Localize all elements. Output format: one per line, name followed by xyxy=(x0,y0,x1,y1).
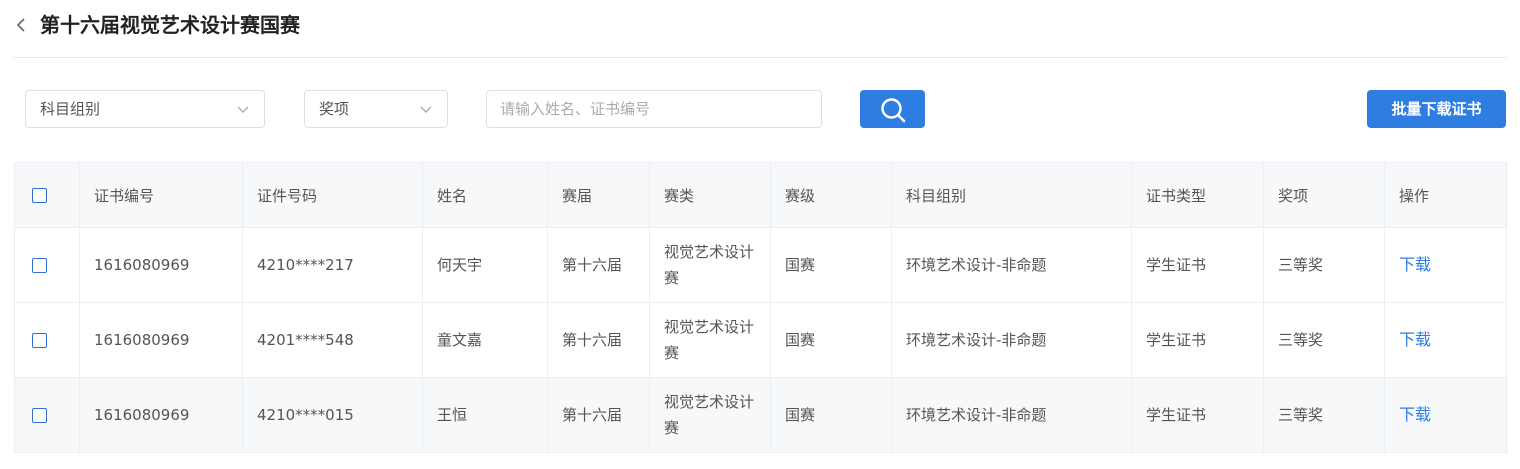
chevron-down-icon xyxy=(420,106,432,113)
award-select[interactable]: 奖项 xyxy=(304,90,448,128)
header-select-cell xyxy=(14,162,80,228)
column-header-category: 赛类 xyxy=(649,162,771,228)
level-cell: 国赛 xyxy=(770,377,892,453)
session-cell: 第十六届 xyxy=(547,302,650,378)
row-checkbox[interactable] xyxy=(32,332,47,348)
table-row: 1616080969 4210****217 何天宇 第十六届 视觉艺术设计赛 … xyxy=(14,227,1507,303)
batch-download-button[interactable]: 批量下载证书 xyxy=(1367,90,1506,128)
cert-no-cell: 1616080969 xyxy=(79,227,243,303)
cert-no-cell: 1616080969 xyxy=(79,302,243,378)
subject-cell: 环境艺术设计-非命题 xyxy=(891,227,1132,303)
select-all-checkbox[interactable] xyxy=(32,187,47,203)
table-row: 1616080969 4210****015 王恒 第十六届 视觉艺术设计赛 国… xyxy=(14,377,1507,453)
row-checkbox[interactable] xyxy=(32,257,47,273)
download-link[interactable]: 下载 xyxy=(1399,405,1431,424)
action-cell: 下载 xyxy=(1384,227,1507,303)
search-icon xyxy=(881,98,906,123)
level-cell: 国赛 xyxy=(770,302,892,378)
column-header-award: 奖项 xyxy=(1263,162,1385,228)
column-header-cert-no: 证书编号 xyxy=(79,162,243,228)
cert-type-cell: 学生证书 xyxy=(1131,227,1264,303)
column-header-id-no: 证件号码 xyxy=(242,162,423,228)
name-cell: 何天宇 xyxy=(422,227,548,303)
category-cell: 视觉艺术设计赛 xyxy=(649,377,771,453)
subject-group-select[interactable]: 科目组别 xyxy=(25,90,265,128)
level-cell: 国赛 xyxy=(770,227,892,303)
column-header-cert-type: 证书类型 xyxy=(1131,162,1264,228)
row-select-cell xyxy=(14,377,80,453)
search-button[interactable] xyxy=(860,90,925,128)
id-no-cell: 4210****217 xyxy=(242,227,423,303)
header-divider xyxy=(14,57,1506,58)
download-link[interactable]: 下载 xyxy=(1399,330,1431,349)
column-header-level: 赛级 xyxy=(770,162,892,228)
download-link[interactable]: 下载 xyxy=(1399,255,1431,274)
cert-type-cell: 学生证书 xyxy=(1131,377,1264,453)
page-title: 第十六届视觉艺术设计赛国赛 xyxy=(40,13,300,37)
id-no-cell: 4201****548 xyxy=(242,302,423,378)
name-cell: 童文嘉 xyxy=(422,302,548,378)
column-header-name: 姓名 xyxy=(422,162,548,228)
award-cell: 三等奖 xyxy=(1263,302,1385,378)
session-cell: 第十六届 xyxy=(547,227,650,303)
column-header-session: 赛届 xyxy=(547,162,650,228)
cert-no-cell: 1616080969 xyxy=(79,377,243,453)
subject-cell: 环境艺术设计-非命题 xyxy=(891,302,1132,378)
certificate-table: 证书编号 证件号码 姓名 赛届 赛类 赛级 科目组别 证书类型 奖项 操作 16… xyxy=(14,162,1507,453)
category-cell: 视觉艺术设计赛 xyxy=(649,302,771,378)
id-no-cell: 4210****015 xyxy=(242,377,423,453)
page-header: 第十六届视觉艺术设计赛国赛 xyxy=(0,0,1520,58)
chevron-down-icon xyxy=(237,106,249,113)
award-cell: 三等奖 xyxy=(1263,377,1385,453)
table-row: 1616080969 4201****548 童文嘉 第十六届 视觉艺术设计赛 … xyxy=(14,302,1507,378)
cert-type-cell: 学生证书 xyxy=(1131,302,1264,378)
table-header-row: 证书编号 证件号码 姓名 赛届 赛类 赛级 科目组别 证书类型 奖项 操作 xyxy=(14,162,1507,228)
action-cell: 下载 xyxy=(1384,302,1507,378)
session-cell: 第十六届 xyxy=(547,377,650,453)
category-cell: 视觉艺术设计赛 xyxy=(649,227,771,303)
award-select-value: 奖项 xyxy=(319,100,350,118)
column-header-action: 操作 xyxy=(1384,162,1507,228)
column-header-subject: 科目组别 xyxy=(891,162,1132,228)
row-select-cell xyxy=(14,302,80,378)
award-cell: 三等奖 xyxy=(1263,227,1385,303)
name-cell: 王恒 xyxy=(422,377,548,453)
search-input[interactable] xyxy=(486,90,822,128)
row-select-cell xyxy=(14,227,80,303)
subject-group-select-value: 科目组别 xyxy=(40,100,101,118)
subject-cell: 环境艺术设计-非命题 xyxy=(891,377,1132,453)
action-cell: 下载 xyxy=(1384,377,1507,453)
chevron-left-icon[interactable] xyxy=(14,17,28,33)
row-checkbox[interactable] xyxy=(32,407,47,423)
